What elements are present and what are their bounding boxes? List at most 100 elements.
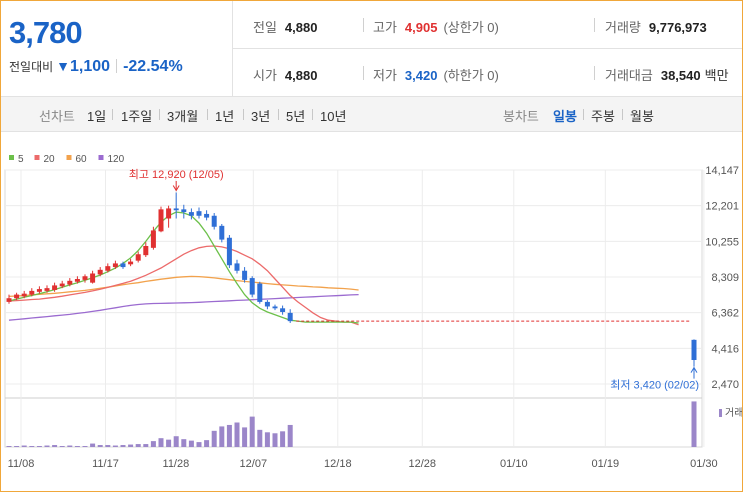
legend-label: 20: [44, 154, 56, 165]
volume-bar: [150, 441, 156, 447]
volume-bar: [6, 446, 12, 447]
volume-bar: [82, 446, 88, 447]
volume-bar: [21, 445, 27, 447]
volume-bar: [219, 426, 225, 447]
volume-bar: [120, 445, 126, 447]
low-annotation: 최저 3,420 (02/02): [610, 379, 699, 392]
tab-10y[interactable]: 10년: [320, 106, 346, 125]
candle-body: [234, 263, 240, 271]
tab-1d[interactable]: 1일: [87, 106, 106, 125]
tab-monthly[interactable]: 월봉: [630, 106, 654, 125]
candle-body: [128, 261, 134, 265]
prev-close-value: 4,880: [284, 20, 318, 35]
candle-body: [226, 237, 232, 266]
volume-bar: [29, 446, 35, 447]
candle-body: [691, 339, 697, 360]
high-stat: 고가 4,905 (상한가 0): [373, 17, 499, 36]
amount-value: 38,540: [660, 68, 701, 83]
divider: [312, 109, 313, 120]
candle-body: [196, 211, 202, 216]
legend-swatch: [34, 155, 40, 160]
volume-bar: [36, 446, 42, 447]
volume-bar: [158, 438, 164, 447]
volume-bar: [67, 445, 73, 447]
high-label: 고가: [373, 20, 397, 35]
x-tick-label: 11/28: [163, 458, 190, 470]
ma60-line: [8, 275, 359, 298]
amount-unit: 백만: [704, 68, 729, 83]
volume-bar: [112, 445, 118, 447]
x-tick-label: 11/17: [92, 458, 119, 470]
candle-body: [181, 209, 187, 213]
divider: [243, 109, 244, 120]
volume-bar: [173, 436, 179, 447]
candle-body: [188, 212, 194, 216]
y-tick-label: 2,470: [711, 379, 739, 391]
amount-stat: 거래대금 38,540 백만: [605, 65, 729, 84]
candle-body: [264, 301, 270, 307]
volume-bar: [74, 446, 80, 447]
tab-weekly[interactable]: 주봉: [591, 106, 615, 125]
divider: [112, 109, 113, 120]
x-tick-label: 12/18: [324, 458, 352, 470]
volume-bar: [242, 427, 248, 447]
ma5-line: [8, 211, 359, 324]
tab-3m[interactable]: 3개월: [167, 106, 198, 125]
candle-body: [120, 263, 126, 268]
candle-body: [272, 306, 278, 309]
open-value: 4,880: [284, 68, 318, 83]
open-label: 시가: [253, 68, 277, 83]
candle-body: [14, 294, 20, 299]
volume-bar: [226, 424, 232, 447]
volume-bar: [44, 445, 50, 447]
low-value: 3,420: [404, 68, 438, 83]
volume-bar: [204, 440, 210, 447]
stock-widget: 3,780 전일대비 ▼1,100 -22.54% 전일 4,880 고가 4,905 (…: [0, 0, 743, 492]
candle-body: [204, 213, 210, 218]
candle-body: [135, 254, 141, 261]
moving-averages: [8, 211, 691, 326]
down-triangle-icon: ▼: [56, 58, 71, 74]
tab-1w[interactable]: 1주일: [121, 106, 152, 125]
divider: [232, 48, 742, 49]
divider: [363, 66, 364, 80]
candle-body: [52, 285, 58, 290]
volume-bar: [249, 416, 255, 447]
candle-body: [242, 270, 248, 280]
volume-bar: [90, 443, 96, 447]
divider: [363, 18, 364, 32]
volume-bar: [97, 445, 103, 447]
volume-bar: [257, 429, 263, 447]
axis-labels: 14,147 12,201 10,255 8,309 6,362 4,416 2,470 11…: [8, 165, 739, 470]
tab-daily[interactable]: 일봉: [553, 106, 577, 125]
candle-body: [74, 278, 80, 282]
lower-limit-count: (하한가 0): [443, 68, 499, 83]
low-stat: 저가 3,420 (하한가 0): [373, 65, 499, 84]
candle-body: [6, 298, 12, 302]
y-tick-label: 14,147: [705, 165, 739, 177]
divider: [594, 66, 595, 80]
divider: [594, 18, 595, 32]
divider: [116, 59, 118, 73]
divider: [583, 109, 584, 120]
y-tick-label: 8,309: [711, 272, 739, 284]
tab-3y[interactable]: 3년: [251, 106, 270, 125]
volume-stat: 거래량 9,776,973: [605, 17, 707, 36]
volume-bar: [52, 445, 58, 447]
divider: [622, 109, 623, 120]
divider: [159, 109, 160, 120]
tab-5y[interactable]: 5년: [286, 106, 305, 125]
tab-1y[interactable]: 1년: [215, 106, 234, 125]
low-label: 저가: [373, 68, 397, 83]
candles: [6, 192, 697, 367]
volume-bar: [181, 439, 187, 447]
chart-tab-bar: 선차트 1일 1주일 3개월 1년 3년 5년 10년 봉차트 일봉 주봉 월봉: [1, 97, 742, 132]
volume-bar: [128, 444, 134, 447]
y-tick-label: 6,362: [711, 308, 739, 320]
volume-bar: [280, 431, 286, 447]
volume-bar: [691, 401, 697, 447]
candle-body: [143, 246, 149, 256]
volume-bar: [287, 424, 293, 447]
candle-body: [29, 290, 35, 295]
prev-close-stat: 전일 4,880: [253, 17, 317, 36]
